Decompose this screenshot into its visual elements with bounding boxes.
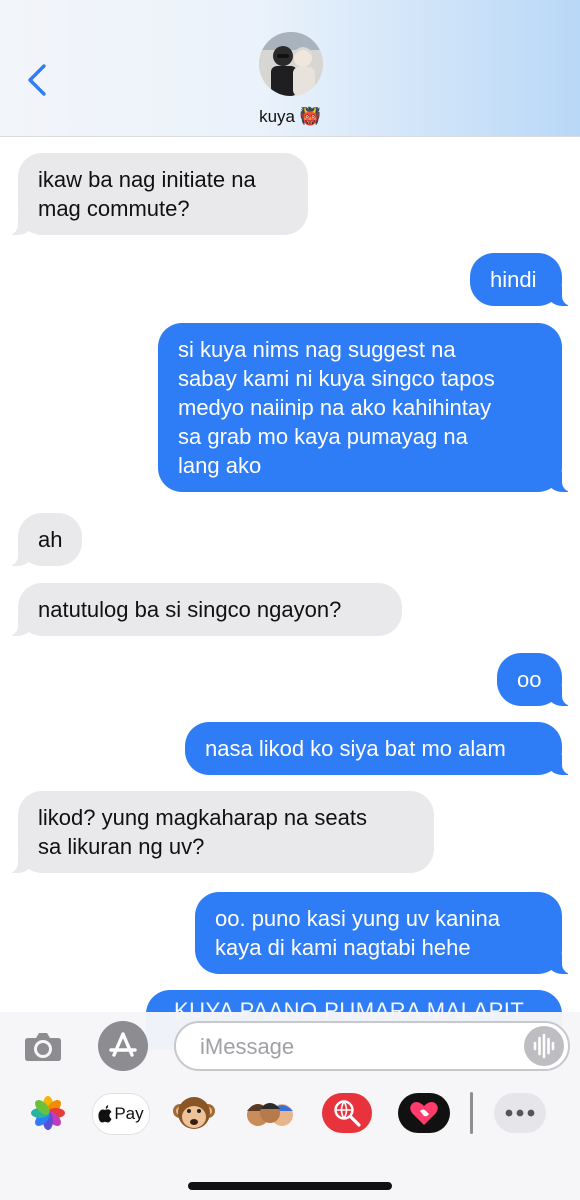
- message-text: natutulog ba si singco ngayon?: [38, 597, 342, 622]
- app-drawer-divider: [470, 1092, 473, 1134]
- message-bubble-incoming[interactable]: natutulog ba si singco ngayon?: [6, 583, 402, 636]
- message-input-placeholder: iMessage: [200, 1034, 295, 1059]
- heart-hand-glyph: [410, 1102, 438, 1125]
- chevron-left-icon[interactable]: [24, 62, 50, 98]
- avatar[interactable]: [259, 32, 323, 96]
- memoji-app-icon[interactable]: [242, 1093, 298, 1133]
- monkey-face: [173, 1097, 215, 1129]
- message-bubble-outgoing[interactable]: hindi: [470, 253, 574, 306]
- ellipsis-icon: [505, 1109, 535, 1117]
- waveform-glyph: [533, 1033, 555, 1059]
- message-text: nasa likod ko siya bat mo alam: [205, 736, 506, 761]
- apple-pay-label: Pay: [114, 1104, 144, 1123]
- message-bubble-incoming[interactable]: likod? yung magkaharap na seats sa likur…: [6, 791, 434, 873]
- message-bubble-outgoing[interactable]: oo. puno kasi yung uv kanina kaya di kam…: [195, 892, 574, 974]
- apple-pay-app-icon[interactable]: Pay: [92, 1093, 150, 1135]
- more-apps-icon[interactable]: [494, 1093, 546, 1133]
- message-text: oo. puno kasi yung uv kanina kaya di kam…: [215, 906, 500, 960]
- animoji-app-icon[interactable]: [166, 1093, 222, 1133]
- apple-logo-icon: [98, 1105, 112, 1123]
- image-search-app-icon[interactable]: [322, 1093, 372, 1133]
- message-text: oo: [517, 667, 542, 692]
- message-bubble-outgoing[interactable]: oo: [497, 653, 574, 706]
- memoji-faces: [247, 1103, 293, 1126]
- app-store-glyph: [109, 1032, 137, 1057]
- message-bubble-outgoing[interactable]: si kuya nims nag suggest na sabay kami n…: [158, 323, 574, 492]
- app-store-icon[interactable]: [98, 1021, 148, 1071]
- digital-touch-app-icon[interactable]: [398, 1093, 450, 1133]
- message-text: hindi: [490, 267, 537, 292]
- message-text: likod? yung magkaharap na seats sa likur…: [38, 805, 367, 859]
- message-bubble-outgoing[interactable]: nasa likod ko siya bat mo alam: [185, 722, 574, 775]
- contact-photo: [259, 32, 323, 96]
- contact-name[interactable]: kuya 👹: [0, 107, 580, 127]
- waveform-icon[interactable]: [524, 1026, 564, 1066]
- camera-icon[interactable]: [24, 1030, 62, 1062]
- message-bubble-incoming[interactable]: ah: [6, 513, 82, 566]
- globe-search-glyph: [334, 1100, 361, 1127]
- photos-app-icon[interactable]: [20, 1093, 76, 1133]
- message-text: ikaw ba nag initiate na mag commute?: [38, 167, 256, 221]
- photos-flower: [31, 1096, 65, 1130]
- message-bubble-incoming[interactable]: ikaw ba nag initiate na mag commute?: [6, 153, 308, 235]
- home-indicator: [188, 1182, 392, 1190]
- message-text: ah: [38, 527, 63, 552]
- message-text: si kuya nims nag suggest na sabay kami n…: [178, 337, 495, 478]
- message-input[interactable]: iMessage: [174, 1021, 570, 1071]
